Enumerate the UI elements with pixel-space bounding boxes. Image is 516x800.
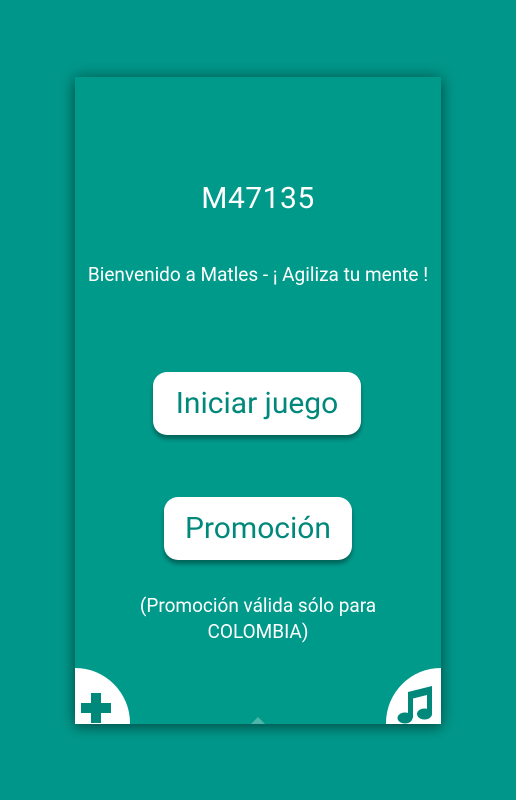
add-button[interactable] (75, 668, 130, 724)
start-game-button[interactable]: Iniciar juego (153, 372, 361, 435)
app-code-title: M47135 (201, 181, 315, 216)
music-toggle-button[interactable] (386, 668, 441, 724)
promotion-note-line1: (Promoción válida sólo para (139, 594, 377, 617)
start-game-label: Iniciar juego (175, 386, 339, 421)
welcome-text: Bienvenido a Matles - ¡ Agiliza tu mente… (87, 263, 429, 286)
main-dialog: M47135 Bienvenido a Matles - ¡ Agiliza t… (75, 77, 441, 724)
music-note-icon (397, 686, 432, 724)
promotion-note-line2: COLOMBIA) (207, 620, 309, 643)
chevron-up-icon[interactable] (248, 714, 268, 724)
promotion-label: Promoción (184, 511, 331, 546)
promotion-button[interactable]: Promoción (164, 497, 352, 560)
plus-icon (81, 693, 111, 723)
welcome-message: Bienvenido a Matles - ¡ Agiliza tu mente… (85, 261, 431, 288)
promotion-note: (Promoción válida sólo para COLOMBIA) (85, 593, 431, 645)
